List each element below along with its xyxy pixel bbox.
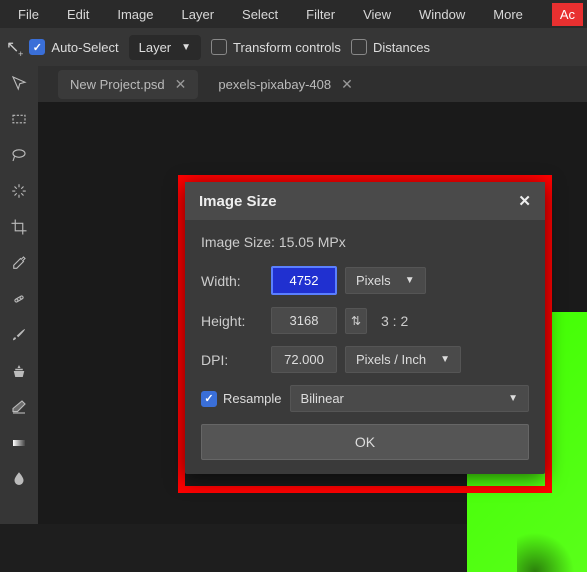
dialog-title: Image Size bbox=[199, 193, 277, 210]
layer-select[interactable]: Layer ▼ bbox=[129, 35, 201, 60]
clone-stamp-tool[interactable] bbox=[5, 360, 33, 382]
width-label: Width: bbox=[201, 273, 263, 289]
magic-wand-tool[interactable] bbox=[5, 180, 33, 202]
checkbox-icon bbox=[211, 39, 227, 55]
menu-filter[interactable]: Filter bbox=[292, 3, 349, 26]
dpi-unit-select[interactable]: Pixels / Inch▼ bbox=[345, 346, 461, 373]
lasso-tool[interactable] bbox=[5, 144, 33, 166]
checkbox-icon bbox=[351, 39, 367, 55]
resample-label: Resample bbox=[223, 391, 282, 406]
blur-tool[interactable] bbox=[5, 468, 33, 490]
tab-label: pexels-pixabay-408 bbox=[218, 77, 331, 92]
aspect-lock-button[interactable]: ⇅ bbox=[345, 308, 367, 334]
brush-tool[interactable] bbox=[5, 324, 33, 346]
width-input[interactable] bbox=[271, 266, 337, 295]
menu-layer[interactable]: Layer bbox=[168, 3, 229, 26]
document-tabs: New Project.psd ✕ pexels-pixabay-408 ✕ bbox=[38, 66, 587, 102]
close-icon[interactable]: ✕ bbox=[518, 192, 531, 210]
marquee-tool[interactable] bbox=[5, 108, 33, 130]
tool-sidebar bbox=[0, 66, 38, 524]
width-unit-select[interactable]: Pixels▼ bbox=[345, 267, 426, 294]
tab-label: New Project.psd bbox=[70, 77, 165, 92]
healing-tool[interactable] bbox=[5, 288, 33, 310]
dpi-input[interactable] bbox=[271, 346, 337, 373]
menu-image[interactable]: Image bbox=[103, 3, 167, 26]
menu-file[interactable]: File bbox=[4, 3, 53, 26]
menu-select[interactable]: Select bbox=[228, 3, 292, 26]
account-button[interactable]: Ac bbox=[552, 3, 583, 26]
layer-select-label: Layer bbox=[139, 40, 172, 55]
transform-label: Transform controls bbox=[233, 40, 341, 55]
move-tool[interactable] bbox=[5, 72, 33, 94]
close-icon[interactable]: ✕ bbox=[175, 76, 187, 93]
move-tool-icon: ↖+ bbox=[6, 37, 19, 57]
dialog-titlebar: Image Size ✕ bbox=[185, 182, 545, 220]
checkbox-icon bbox=[29, 39, 45, 55]
distances-label: Distances bbox=[373, 40, 430, 55]
chevron-down-icon: ▼ bbox=[181, 42, 191, 53]
auto-select-toggle[interactable]: Auto-Select bbox=[29, 39, 118, 55]
menu-view[interactable]: View bbox=[349, 3, 405, 26]
eraser-tool[interactable] bbox=[5, 396, 33, 418]
checkbox-icon bbox=[201, 391, 217, 407]
chevron-down-icon: ▼ bbox=[508, 393, 518, 404]
menu-more[interactable]: More bbox=[479, 3, 537, 26]
chevron-down-icon: ▼ bbox=[405, 275, 415, 286]
height-input[interactable] bbox=[271, 307, 337, 334]
distances-toggle[interactable]: Distances bbox=[351, 39, 430, 55]
image-size-info: Image Size: 15.05 MPx bbox=[201, 234, 529, 250]
image-size-dialog: Image Size ✕ Image Size: 15.05 MPx Width… bbox=[185, 182, 545, 474]
dpi-label: DPI: bbox=[201, 352, 263, 368]
document-tab[interactable]: New Project.psd ✕ bbox=[58, 70, 198, 99]
auto-select-label: Auto-Select bbox=[51, 40, 118, 55]
resample-toggle[interactable]: Resample bbox=[201, 391, 282, 407]
menu-window[interactable]: Window bbox=[405, 3, 479, 26]
crop-tool[interactable] bbox=[5, 216, 33, 238]
gradient-tool[interactable] bbox=[5, 432, 33, 454]
eyedropper-tool[interactable] bbox=[5, 252, 33, 274]
close-icon[interactable]: ✕ bbox=[341, 76, 353, 93]
options-bar: ↖+ Auto-Select Layer ▼ Transform control… bbox=[0, 28, 587, 66]
menu-edit[interactable]: Edit bbox=[53, 3, 103, 26]
height-label: Height: bbox=[201, 313, 263, 329]
resample-method-select[interactable]: Bilinear▼ bbox=[290, 385, 529, 412]
aspect-ratio: 3 : 2 bbox=[381, 313, 408, 329]
chevron-down-icon: ▼ bbox=[440, 354, 450, 365]
menu-bar: File Edit Image Layer Select Filter View… bbox=[0, 0, 587, 28]
transform-controls-toggle[interactable]: Transform controls bbox=[211, 39, 341, 55]
ok-button[interactable]: OK bbox=[201, 424, 529, 460]
document-tab[interactable]: pexels-pixabay-408 ✕ bbox=[206, 70, 364, 99]
